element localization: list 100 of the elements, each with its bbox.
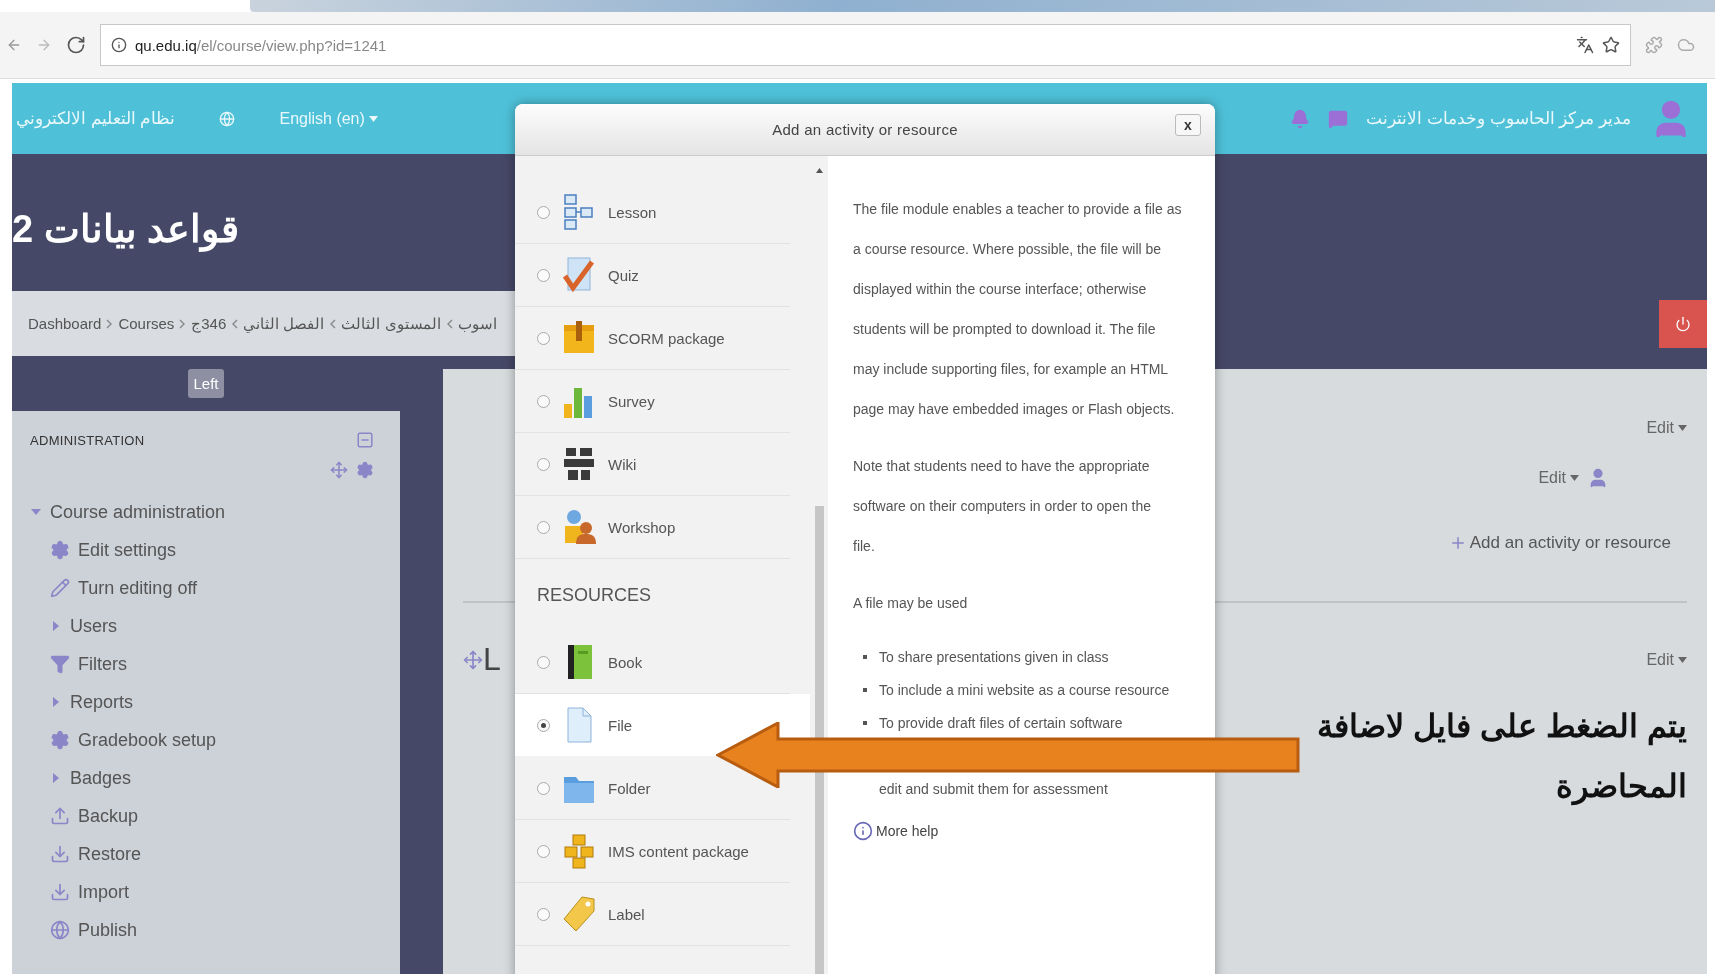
separator-icon xyxy=(106,318,114,329)
separator-icon xyxy=(329,318,337,329)
filter-icon xyxy=(50,654,70,674)
close-button[interactable]: x xyxy=(1175,114,1201,136)
add-activity-link[interactable]: Add an activity or resource xyxy=(1448,533,1671,553)
bullet-icon xyxy=(863,687,867,692)
description-text: The file module enables a teacher to provide a file as a course resource. Where possible, the file will be displayed within the course interface; otherwise students will be prompted to download it. The file may include supporting files, for example an HTML page may have embedded images or Flash objects. xyxy=(853,200,1183,419)
module-option[interactable]: Workshop xyxy=(515,496,790,559)
radio-button[interactable] xyxy=(537,394,550,408)
puzzle-grid-icon xyxy=(562,445,596,483)
caret-icon xyxy=(1570,475,1579,481)
upload-icon xyxy=(50,806,70,826)
tree-item[interactable]: Publish xyxy=(50,911,400,949)
chat-icon[interactable] xyxy=(1328,108,1349,129)
tree-item[interactable]: Import xyxy=(50,873,400,911)
power-icon xyxy=(1675,315,1691,332)
edit-menu[interactable]: Edit xyxy=(1646,419,1687,437)
radio-button[interactable] xyxy=(537,718,550,732)
breadcrumb-link[interactable]: Dashboard xyxy=(28,315,102,332)
breadcrumb-link[interactable]: المستوى الثالث xyxy=(341,314,441,333)
breadcrumb-link[interactable]: اسوب xyxy=(457,314,497,333)
radio-button[interactable] xyxy=(537,205,550,219)
bullet-icon xyxy=(863,654,867,659)
help-link[interactable]: More help xyxy=(853,821,939,841)
power-button[interactable] xyxy=(1659,299,1707,348)
description-text: A file may be used xyxy=(853,594,969,613)
radio-button[interactable] xyxy=(537,655,550,669)
gear-icon xyxy=(50,540,70,560)
bell-icon[interactable] xyxy=(1290,108,1311,129)
scrollbar[interactable] xyxy=(810,156,828,974)
cloud-icon[interactable] xyxy=(1677,36,1695,54)
module-option[interactable]: Quiz xyxy=(515,244,790,307)
caret-icon xyxy=(1678,656,1687,663)
module-option[interactable]: Lesson xyxy=(515,181,790,244)
separator-icon xyxy=(179,318,187,329)
description-text: Note that students need to have the appropriate software on their computers in order to open the file. xyxy=(853,457,1153,556)
radio-button[interactable] xyxy=(537,331,550,345)
globe-icon[interactable] xyxy=(219,110,236,127)
back-icon[interactable] xyxy=(6,37,22,53)
annotation-text: يتم الضغط على فايل لاضافة المحاضرة xyxy=(1316,707,1687,808)
separator-icon xyxy=(445,318,453,329)
star-icon[interactable] xyxy=(1602,36,1620,54)
extension-icon[interactable] xyxy=(1645,36,1663,54)
radio-button[interactable] xyxy=(537,268,550,282)
info-icon[interactable] xyxy=(111,37,127,53)
boxes-icon xyxy=(562,193,596,231)
radio-button[interactable] xyxy=(537,520,550,534)
bullet-item: To share presentations given in class xyxy=(879,647,1109,666)
group-header: RESOURCES xyxy=(536,583,653,607)
module-option[interactable]: IMS content package xyxy=(515,820,790,883)
forward-icon[interactable] xyxy=(36,37,52,53)
tree-item[interactable]: Turn editing off xyxy=(50,569,400,607)
radio-button[interactable] xyxy=(537,907,550,921)
tree-item[interactable]: Users xyxy=(50,607,400,645)
settings-icon[interactable] xyxy=(356,461,374,479)
people-icon xyxy=(562,508,596,546)
tree-item[interactable]: Gradebook setup xyxy=(50,721,400,759)
tree-item[interactable]: Filters xyxy=(50,645,400,683)
tree-item[interactable]: Reports xyxy=(50,683,400,721)
info-icon xyxy=(853,821,873,841)
course-title: قواعد بيانات 2 xyxy=(12,206,240,251)
radio-button[interactable] xyxy=(537,781,550,795)
caret-icon xyxy=(368,115,378,122)
radio-button[interactable] xyxy=(537,457,550,471)
breadcrumb-link[interactable]: Courses xyxy=(118,315,175,332)
collapse-icon[interactable] xyxy=(356,431,374,449)
tree-item[interactable]: Backup xyxy=(50,797,400,835)
download-icon xyxy=(50,844,70,864)
radio-button[interactable] xyxy=(537,844,550,858)
section-title: L xyxy=(483,641,501,678)
translate-icon[interactable] xyxy=(1576,36,1594,54)
module-option[interactable]: File xyxy=(515,694,810,757)
globe-icon xyxy=(50,920,70,940)
block-title: ADMINISTRATION xyxy=(30,432,145,448)
edit-menu[interactable]: Edit xyxy=(1538,469,1579,487)
bullet-item: To include a mini website as a course resource xyxy=(879,680,1170,699)
move-icon[interactable] xyxy=(330,461,348,479)
address-field[interactable]: qu.edu.iq/el/course/view.php?id=1241 xyxy=(100,24,1631,66)
dialog-title: Add an activity or resource xyxy=(772,121,958,138)
tree-item[interactable]: Edit settings xyxy=(50,531,400,569)
scroll-up-icon[interactable] xyxy=(815,168,823,173)
breadcrumb-link[interactable]: الفصل الثاني xyxy=(243,314,325,333)
tree-item[interactable]: Restore xyxy=(50,835,400,873)
tree-item[interactable]: Course administration xyxy=(30,493,400,531)
module-option[interactable]: Wiki xyxy=(515,433,790,496)
pencil-icon xyxy=(50,578,70,598)
edit-menu[interactable]: Edit xyxy=(1646,650,1687,669)
download-icon xyxy=(50,882,70,902)
breadcrumb-link[interactable]: 346ج xyxy=(191,314,227,333)
reload-icon[interactable] xyxy=(66,35,86,55)
dock-toggle-button[interactable]: Left xyxy=(188,369,224,398)
bullet-item: edit and submit them for assessment xyxy=(879,780,1109,799)
module-option[interactable]: Survey xyxy=(515,370,790,433)
gear-icon xyxy=(50,730,70,750)
module-option[interactable]: Label xyxy=(515,883,790,946)
tree-item[interactable]: Badges xyxy=(50,759,400,797)
bullet-icon xyxy=(863,720,867,725)
separator-icon xyxy=(231,318,239,329)
module-option[interactable]: SCORM package xyxy=(515,307,790,370)
move-icon[interactable] xyxy=(463,649,483,670)
